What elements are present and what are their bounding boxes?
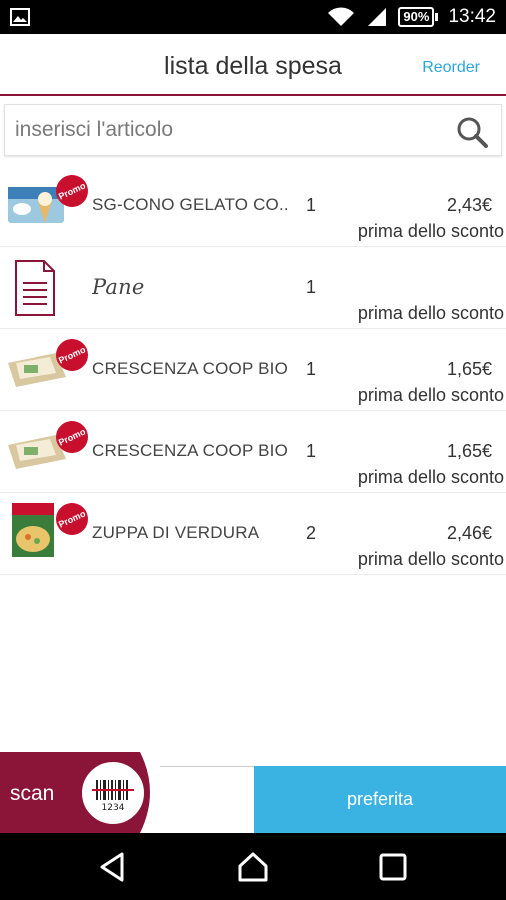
system-nav-bar	[0, 833, 506, 900]
item-price: 2,46€	[446, 523, 492, 543]
list-item[interactable]: Promo SG-CONO GELATO CO.. 1 2,43€ prima …	[0, 165, 506, 247]
document-icon	[6, 260, 82, 316]
shopping-list: Promo SG-CONO GELATO CO.. 1 2,43€ prima …	[0, 165, 506, 575]
product-image: Promo	[6, 497, 94, 559]
list-item[interactable]: Promo CRESCENZA COOP BIO 1 1,65€ prima d…	[0, 329, 506, 411]
product-image: Promo	[6, 333, 94, 395]
barcode-icon: 1234	[80, 760, 146, 826]
scan-button[interactable]: scan 1234	[0, 752, 160, 833]
list-item[interactable]: Pane 1 prima dello sconto	[0, 247, 506, 329]
signal-icon	[368, 8, 387, 26]
item-name: SG-CONO GELATO CO..	[92, 195, 289, 214]
battery-icon: 90%	[398, 7, 439, 27]
product-image: Promo	[6, 169, 94, 231]
recents-icon[interactable]	[376, 850, 410, 884]
image-icon	[10, 8, 30, 26]
battery-level: 90%	[398, 7, 435, 27]
item-name: ZUPPA DI VERDURA	[92, 523, 260, 542]
search-input[interactable]	[15, 111, 435, 149]
item-discount-note: prima dello sconto	[357, 549, 504, 569]
item-quantity: 1	[306, 359, 317, 379]
reorder-button[interactable]: Reorder	[422, 59, 480, 77]
list-item[interactable]: Promo ZUPPA DI VERDURA 2 2,46€ prima del…	[0, 493, 506, 575]
item-discount-note: prima dello sconto	[357, 221, 504, 241]
bottom-spacer	[160, 766, 254, 833]
item-quantity: 1	[306, 441, 317, 461]
item-quantity: 1	[306, 277, 317, 297]
item-quantity: 2	[306, 523, 317, 543]
wifi-icon	[328, 7, 355, 26]
item-quantity: 1	[306, 195, 317, 215]
item-price: 1,65€	[446, 441, 492, 461]
status-bar: 90% 13:42	[0, 0, 506, 34]
list-item[interactable]: Promo CRESCENZA COOP BIO 1 1,65€ prima d…	[0, 411, 506, 493]
barcode-digits: 1234	[102, 803, 125, 813]
search-icon[interactable]	[455, 115, 489, 149]
item-price: 2,43€	[446, 195, 492, 215]
app-header: lista della spesa Reorder	[0, 34, 506, 96]
scan-label: scan	[10, 782, 55, 805]
item-price: 1,65€	[446, 359, 492, 379]
product-image: Promo	[6, 415, 94, 477]
item-name: Pane	[92, 275, 145, 299]
item-discount-note: prima dello sconto	[357, 467, 504, 487]
item-name: CRESCENZA COOP BIO	[92, 441, 288, 460]
item-discount-note: prima dello sconto	[357, 385, 504, 405]
preferita-button[interactable]: preferita	[254, 766, 506, 833]
clock: 13:42	[448, 6, 496, 27]
item-discount-note: prima dello sconto	[357, 303, 504, 323]
item-name: CRESCENZA COOP BIO	[92, 359, 288, 378]
bottom-action-bar: scan 1234 preferita	[0, 752, 506, 833]
home-icon[interactable]	[236, 850, 270, 884]
search-bar	[4, 104, 502, 156]
back-icon[interactable]	[96, 850, 130, 884]
